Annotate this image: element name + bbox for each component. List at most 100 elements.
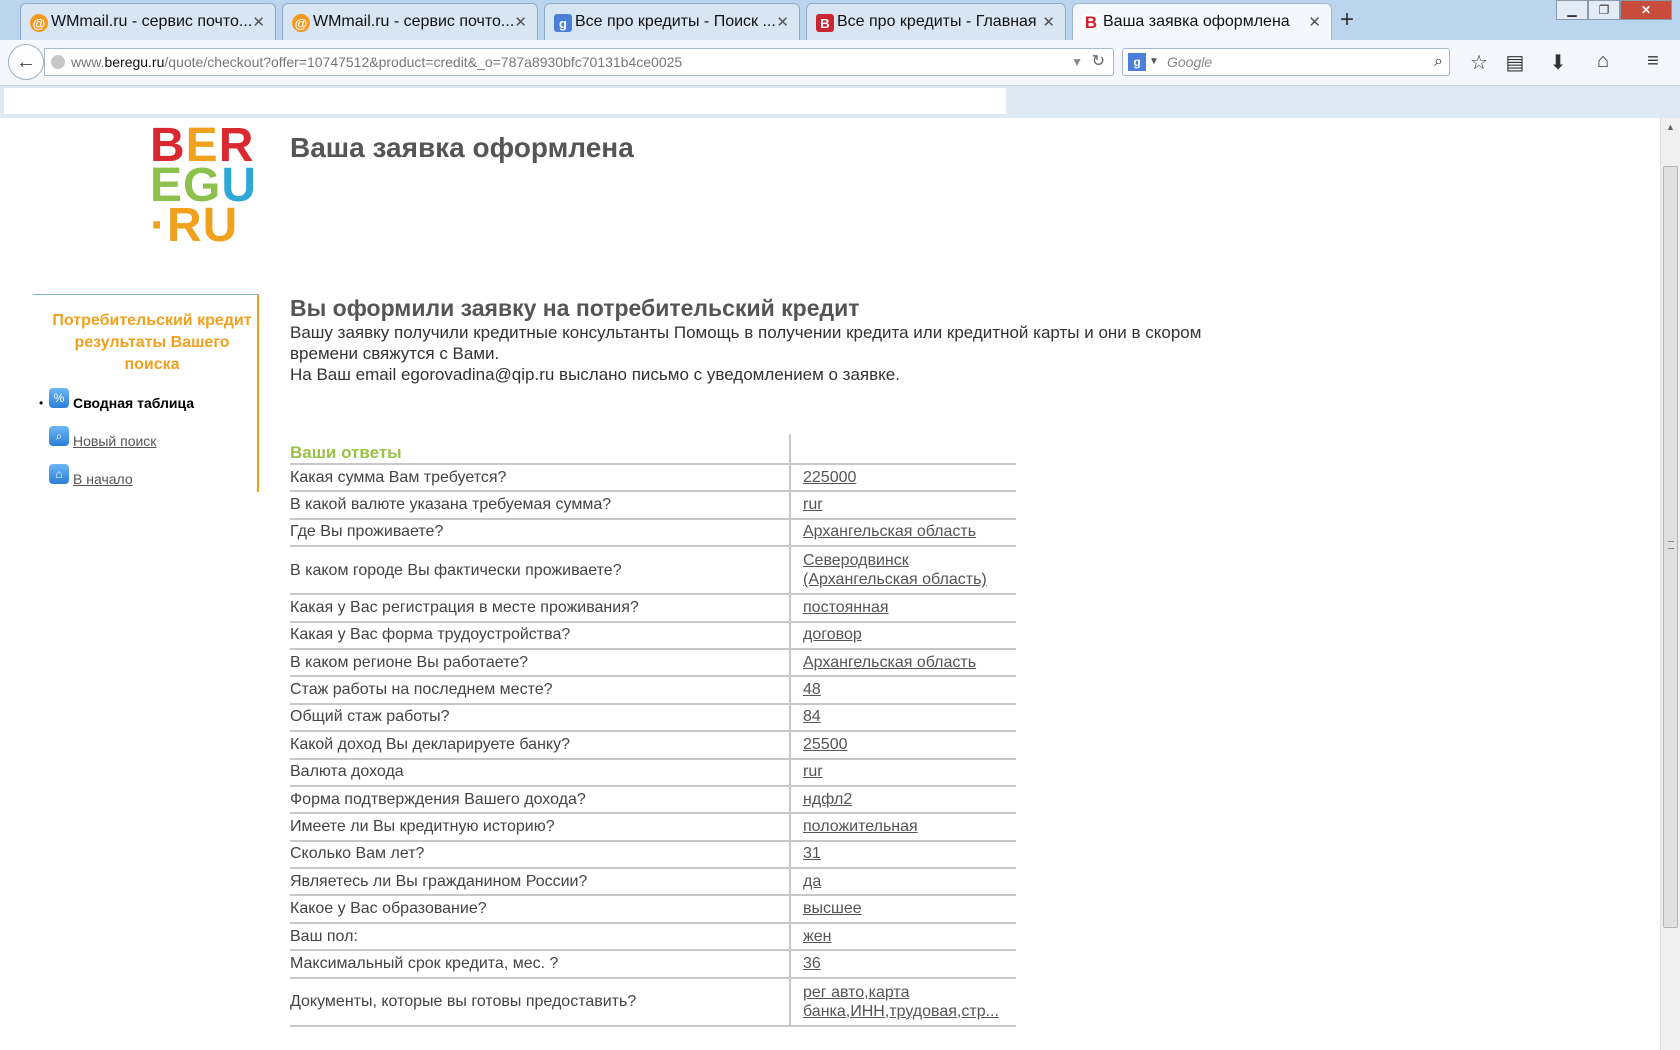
close-tab-icon[interactable]: ✕ [1308,13,1321,31]
back-arrow-icon[interactable]: ← [8,44,44,80]
blogger-favicon-icon: B [816,14,834,32]
table-row: Стаж работы на последнем месте? 48 [290,676,1016,705]
url-path: /quote/checkout?offer=10747512&product=c… [164,54,683,70]
confirmation-message: Вы оформили заявку на потребительский кр… [290,294,1250,385]
answer-link[interactable]: 225000 [803,469,856,486]
table-row: Какая у Вас форма трудоустройства? догово… [290,621,1016,650]
answer-link[interactable]: 31 [803,845,821,862]
home-icon[interactable]: ⌂ [1590,50,1616,73]
question-cell: В каком городе Вы фактически проживаете? [290,546,790,596]
question-cell: Какой доход Вы декларируете банку? [290,731,790,760]
sidebar-item-label[interactable]: В начало [73,471,133,487]
answer-link[interactable]: rur [803,763,823,780]
tab-label: Все про кредиты - Главная [837,13,1037,30]
window-controls: ▁ ❐ ✕ [1556,0,1672,20]
table-row: Какая у Вас регистрация в месте проживан… [290,594,1016,623]
answer-link[interactable]: да [803,873,821,890]
google-engine-icon[interactable]: g [1128,53,1146,71]
sidebar-item-label: Сводная таблица [73,395,195,411]
reload-icon[interactable]: ↻ [1092,49,1105,75]
answer-link[interactable]: рег авто,карта банка,ИНН,трудовая,стр... [803,984,999,1020]
answer-link[interactable]: Архангельская область [803,523,976,540]
minimize-icon[interactable]: ▁ [1556,0,1588,20]
answer-link[interactable]: Северодвинск (Архангельская область) [803,552,987,588]
tab-wmmail-2[interactable]: @ WMmail.ru - сервис почто... ✕ [282,3,538,40]
toolbar-field [4,88,1006,114]
answer-link[interactable]: Архангельская область [803,654,976,671]
sidebar-item-new-search[interactable]: ⌕ Новый поиск [39,426,156,449]
search-placeholder: Google [1167,54,1213,70]
answer-link[interactable]: 84 [803,708,821,725]
table-row: Форма подтверждения Вашего дохода? ндфл2 [290,785,1016,815]
search-icon[interactable]: ⌕ [1434,49,1443,75]
scroll-up-icon[interactable]: ▲ [1666,122,1675,132]
answer-cell: Архангельская область [789,648,1016,678]
answer-cell: 36 [789,950,1016,979]
table-row: Максимальный срок кредита, мес. ? 36 [290,950,1016,979]
answer-link[interactable]: rur [803,496,823,513]
answer-link[interactable]: жен [803,928,831,945]
answer-cell: 84 [789,703,1016,733]
answer-link[interactable]: постоянная [803,599,889,616]
answer-cell: rur [789,491,1016,520]
globe-icon [51,55,65,69]
answer-link[interactable]: 36 [803,955,821,972]
beregu-logo[interactable]: BER EGU ·RU [150,122,265,250]
answer-link[interactable]: высшее [803,900,862,917]
engine-dropdown-icon[interactable]: ▼ [1149,49,1159,75]
answer-link[interactable]: 48 [803,681,821,698]
tab-label: WMmail.ru - сервис почто... [313,13,515,30]
close-tab-icon[interactable]: ✕ [514,13,527,31]
answers-header: Ваши ответы [290,434,790,465]
close-tab-icon[interactable]: ✕ [252,13,265,31]
answer-link[interactable]: ндфл2 [803,791,852,808]
sidebar-item-label[interactable]: Новый поиск [73,433,156,449]
tab-google-search[interactable]: g Все про кредиты - Поиск ... ✕ [544,3,800,40]
menu-icon[interactable]: ≡ [1640,50,1666,73]
vertical-scrollbar[interactable]: ▲ [1660,118,1680,1050]
question-cell: Являетесь ли Вы гражданином России? [290,868,790,897]
restore-icon[interactable]: ❐ [1588,0,1620,20]
question-cell: Ваш пол: [290,922,790,952]
confirmation-text: Вашу заявку получили кредитные консульта… [290,323,1202,363]
table-row: В какой валюте указана требуемая сумма? r… [290,491,1016,520]
table-row: Ваш пол: жен [290,922,1016,952]
percent-icon: % [49,388,69,408]
question-cell: Максимальный срок кредита, мес. ? [290,950,790,979]
navigation-bar: ← www.beregu.ru/quote/checkout?offer=107… [0,40,1680,86]
answer-link[interactable]: 25500 [803,736,848,753]
tab-label: Все про кредиты - Поиск ... [575,13,776,30]
answer-cell: rur [789,758,1016,787]
close-window-icon[interactable]: ✕ [1620,0,1672,20]
history-dropdown-icon[interactable]: ▼ [1071,49,1083,75]
sidebar-item-summary[interactable]: • % Сводная таблица [39,388,195,411]
table-row: Общий стаж работы? 84 [290,703,1016,733]
home-icon: ⌂ [49,464,69,484]
bookmark-star-icon[interactable]: ☆ [1466,50,1492,75]
answer-link[interactable]: положительная [803,818,918,835]
close-tab-icon[interactable]: ✕ [1042,13,1055,31]
sidebar-item-home[interactable]: ⌂ В начало [39,464,133,487]
tab-label: Ваша заявка оформлена [1103,13,1290,30]
answer-link[interactable]: договор [803,626,862,643]
tab-wmmail-1[interactable]: @ WMmail.ru - сервис почто... ✕ [20,3,276,40]
bookmarks-list-icon[interactable]: ▤ [1502,50,1528,75]
url-bar[interactable]: www.beregu.ru/quote/checkout?offer=10747… [44,48,1114,76]
download-icon[interactable]: ⬇ [1545,50,1571,75]
tab-bar: @ WMmail.ru - сервис почто... ✕ @ WMmail… [0,0,1680,40]
url-host: beregu.ru [104,54,165,70]
close-tab-icon[interactable]: ✕ [776,13,789,31]
new-tab-icon[interactable]: + [1340,6,1354,34]
question-cell: Какая у Вас форма трудоустройства? [290,621,790,650]
search-input[interactable]: g ▼ Google ⌕ [1122,48,1450,76]
tab-current[interactable]: B Ваша заявка оформлена ✕ [1072,3,1332,40]
answer-cell: Северодвинск (Архангельская область) [789,546,1016,596]
tab-blogger[interactable]: B Все про кредиты - Главная ✕ [806,3,1066,40]
wmmail-favicon-icon: @ [292,14,310,32]
question-cell: Сколько Вам лет? [290,840,790,870]
table-row: Имеете ли Вы кредитную историю? положител… [290,813,1016,842]
email-notice: На Ваш email egorovadina@qip.ru выслано … [290,365,900,384]
table-row: Являетесь ли Вы гражданином России? да [290,868,1016,897]
answer-cell: Архангельская область [789,518,1016,548]
scrollbar-thumb[interactable] [1663,166,1678,928]
